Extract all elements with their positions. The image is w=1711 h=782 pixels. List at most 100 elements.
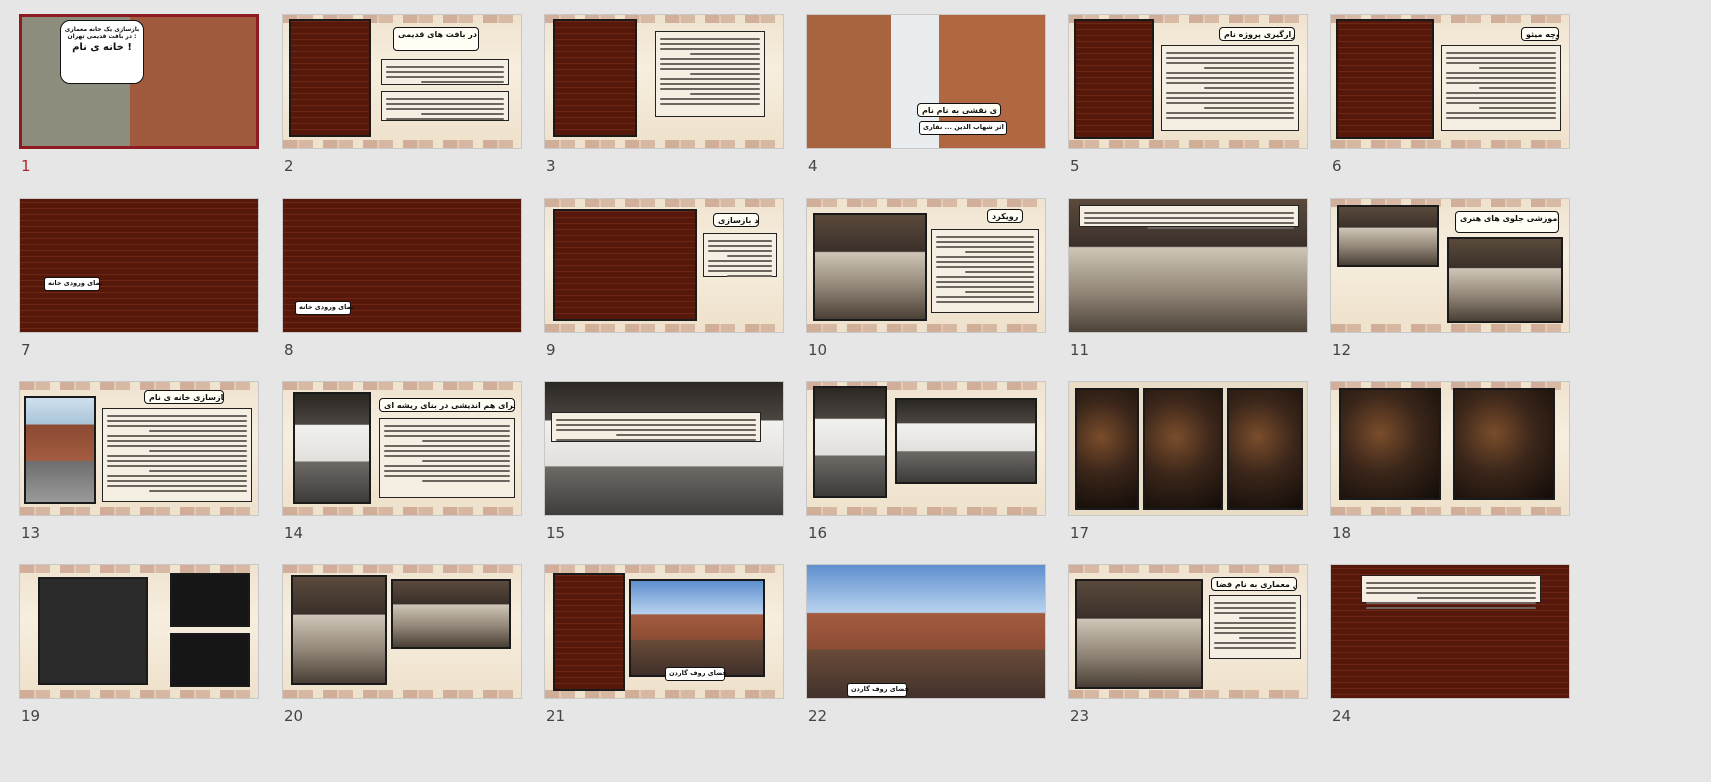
slide-thumbnail[interactable] xyxy=(806,381,1046,516)
slide-thumbnail[interactable] xyxy=(1068,381,1308,516)
text-line xyxy=(690,73,760,75)
text-line xyxy=(107,455,247,457)
slide-title: پروژه گیری بازسازی خانه ی نام xyxy=(144,390,224,404)
brick-border-top xyxy=(283,382,521,390)
slide-thumbnail[interactable] xyxy=(1068,198,1308,333)
text-line xyxy=(1214,622,1296,624)
text-line xyxy=(1166,82,1294,84)
brick-border-top xyxy=(545,199,783,207)
slide-number: 21 xyxy=(546,707,566,725)
slide-item[interactable]: 15 xyxy=(544,381,784,546)
slide-item[interactable]: پروژه نام : فضایی برای هم اندیشی در بنای… xyxy=(282,381,522,546)
text-line xyxy=(660,38,760,40)
slide-photo xyxy=(391,579,511,649)
text-line xyxy=(708,245,772,247)
text-line xyxy=(107,425,247,427)
slide-item[interactable]: 3 xyxy=(544,14,784,179)
slide-item[interactable]: نمای ورودی خانه 8 xyxy=(282,198,522,363)
slide-title: کوچه میثو xyxy=(1521,27,1559,41)
slide-title: رویکرد xyxy=(987,209,1023,223)
slide-thumbnail[interactable]: روند بازسازی xyxy=(544,198,784,333)
slide-number: 23 xyxy=(1070,707,1090,725)
brick-border-bottom xyxy=(1331,507,1569,515)
slide-item[interactable]: محل قرارگیری پروژه نام 5 xyxy=(1068,14,1308,179)
slide-item[interactable]: تاثیر بازسازی و احیاء بناهای معماری در ب… xyxy=(282,14,522,179)
slide-item[interactable]: روند بازسازی 9 xyxy=(544,198,784,363)
slide-photo xyxy=(553,19,637,137)
slide-item[interactable]: 17 xyxy=(1068,381,1308,546)
slide-thumbnail[interactable]: نمای ورودی خانه xyxy=(19,198,259,333)
slide-item[interactable]: 16 xyxy=(806,381,1046,546)
slide-thumbnail[interactable]: پروژه ی نقشی به نام نام اثر شهاب الدین ..… xyxy=(806,14,1046,149)
slide-item[interactable]: بازسازی یک خانه معماری در بافت قدیمی تهر… xyxy=(19,14,259,179)
brick-border-bottom xyxy=(283,140,521,148)
slide-item[interactable]: قرارگیری میزگردهای هنری و سینما در کنار … xyxy=(1330,198,1570,363)
slide-thumbnail[interactable]: رویکرد xyxy=(806,198,1046,333)
text-line xyxy=(1166,77,1294,79)
text-line xyxy=(936,276,1034,278)
slide-thumbnail[interactable] xyxy=(19,564,259,699)
slide-photo xyxy=(1447,237,1563,323)
text-line xyxy=(1446,52,1556,54)
slide-item[interactable]: 11 xyxy=(1068,198,1308,363)
slide-thumbnail[interactable]: پروژه گیری بازسازی خانه ی نام xyxy=(19,381,259,516)
text-line xyxy=(107,440,247,442)
text-line xyxy=(690,93,760,95)
slide-thumbnail[interactable]: محل قرارگیری پروژه نام xyxy=(1068,14,1308,149)
slide-item[interactable]: پروژه گیری بازسازی خانه ی نام 13 xyxy=(19,381,259,546)
slide-thumbnail[interactable]: تاثیر بازسازی و احیاء بناهای معماری در ب… xyxy=(282,14,522,149)
brick-border-bottom xyxy=(545,324,783,332)
slide-thumbnail[interactable] xyxy=(1330,564,1570,699)
text-line xyxy=(936,296,1034,298)
text-line xyxy=(1166,97,1294,99)
text-line xyxy=(727,275,772,277)
slide-item[interactable]: فضای روف گاردن 22 xyxy=(806,564,1046,729)
slide-thumbnail[interactable]: قرارگیری میزگردهای هنری و سینما در کنار … xyxy=(1330,198,1570,333)
brick-border-bottom xyxy=(1069,690,1307,698)
slide-thumbnail[interactable]: فضای روف گاردن xyxy=(806,564,1046,699)
slide-title: تاثیر بازسازی و احیاء بناهای معماری در ب… xyxy=(393,27,479,51)
slide-item[interactable]: پروژه ی نقشی به نام نام اثر شهاب الدین ..… xyxy=(806,14,1046,179)
slide-item[interactable]: 18 xyxy=(1330,381,1570,546)
slide-thumbnail[interactable]: ایده ی خلق معماری به نام فضا xyxy=(1068,564,1308,699)
slide-text-block xyxy=(1361,575,1541,609)
slide-thumbnail[interactable]: فضای روف گاردن xyxy=(544,564,784,699)
slide-title: پروژه نام : فضایی برای هم اندیشی در بنای… xyxy=(379,398,515,412)
text-line xyxy=(965,291,1034,293)
slide-number: 7 xyxy=(21,341,31,359)
slide-item[interactable]: 19 xyxy=(19,564,259,729)
slide-item[interactable]: کوچه میثو 6 xyxy=(1330,14,1570,179)
slide-photo xyxy=(1337,205,1439,267)
slide-thumbnail[interactable] xyxy=(282,564,522,699)
slide-photo xyxy=(24,396,96,504)
slide-photo xyxy=(1227,388,1303,510)
slide-number: 2 xyxy=(284,157,294,175)
slide-item[interactable]: فضای روف گاردن 21 xyxy=(544,564,784,729)
text-line xyxy=(107,445,247,447)
slide-number: 17 xyxy=(1070,524,1090,542)
slide-title: روند بازسازی xyxy=(713,213,759,227)
slide-text-block xyxy=(931,229,1039,313)
slide-number: 22 xyxy=(808,707,828,725)
slide-item[interactable]: ایده ی خلق معماری به نام فضا 23 xyxy=(1068,564,1308,729)
slide-item[interactable]: نمای ورودی خانه 7 xyxy=(19,198,259,363)
slide-item[interactable]: 24 xyxy=(1330,564,1570,729)
brick-border-bottom xyxy=(545,140,783,148)
slide-thumbnail[interactable]: پروژه نام : فضایی برای هم اندیشی در بنای… xyxy=(282,381,522,516)
title-text: بازسازی یک خانه معماری در بافت قدیمی تهر… xyxy=(64,26,140,40)
slide-thumbnail[interactable] xyxy=(1330,381,1570,516)
slide-photo xyxy=(289,19,371,137)
text-line xyxy=(1446,97,1556,99)
slide-thumbnail[interactable] xyxy=(544,381,784,516)
slide-photo xyxy=(553,573,625,691)
slide-text-block xyxy=(655,31,765,117)
slide-photo xyxy=(1075,388,1139,510)
slide-item[interactable]: رویکرد 10 xyxy=(806,198,1046,363)
slide-thumbnail[interactable]: نمای ورودی خانه xyxy=(282,198,522,333)
text-line xyxy=(1214,612,1296,614)
slide-thumbnail[interactable]: بازسازی یک خانه معماری در بافت قدیمی تهر… xyxy=(19,14,259,149)
slide-thumbnail[interactable] xyxy=(544,14,784,149)
slide-thumbnail[interactable]: کوچه میثو xyxy=(1330,14,1570,149)
text-line xyxy=(1446,117,1556,119)
slide-item[interactable]: 20 xyxy=(282,564,522,729)
